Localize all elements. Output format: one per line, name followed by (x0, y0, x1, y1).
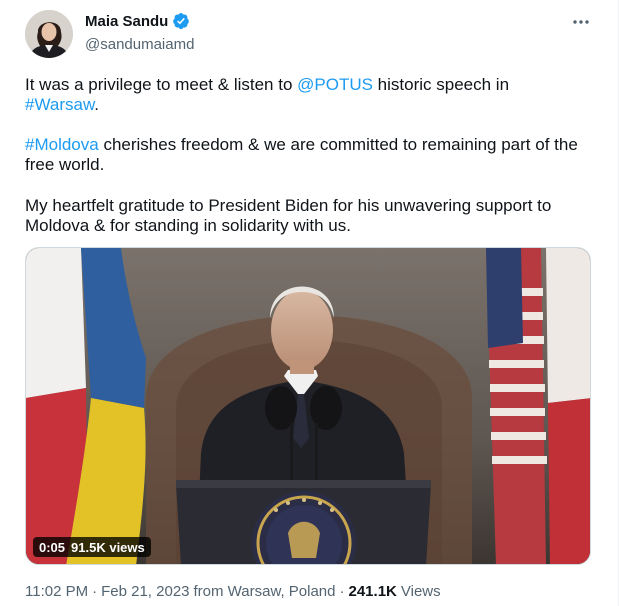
tweet-paragraph-1: It was a privilege to meet & listen to @… (25, 75, 595, 115)
tweet-paragraph-2: #Moldova cherishes freedom & we are comm… (25, 135, 595, 175)
more-options-button[interactable] (568, 12, 594, 32)
video-thumbnail (26, 248, 590, 564)
author-handle[interactable]: @sandumaiamd (85, 36, 194, 53)
text-segment: historic speech in (372, 75, 510, 94)
text-segment: It was a privilege to meet & listen to (25, 75, 298, 94)
tweet-time[interactable]: 11:02 PM (25, 583, 88, 600)
tweet-location: from Warsaw, Poland (193, 583, 336, 600)
author-name[interactable]: Maia Sandu (85, 13, 168, 30)
mention-link[interactable]: @POTUS (297, 75, 373, 94)
avatar-image (25, 10, 73, 58)
separator: · (339, 583, 345, 600)
tweet-metadata: 11:02 PM · Feb 21, 2023 from Warsaw, Pol… (25, 583, 441, 600)
avatar[interactable] (25, 10, 73, 58)
tweet-paragraph-3: My heartfelt gratitude to President Bide… (25, 196, 552, 235)
tweet-date[interactable]: Feb 21, 2023 (101, 583, 189, 600)
text-segment: cherishes freedom & we are committed to … (25, 135, 578, 174)
video-duration: 0:05 (39, 539, 66, 555)
video-player[interactable]: 0:05 91.5K views (25, 247, 591, 565)
views-count[interactable]: 241.1K (349, 583, 397, 600)
views-label: Views (400, 583, 441, 600)
author-name-row: Maia Sandu (85, 12, 190, 30)
tweet-card: Maia Sandu @sandumaiamd It was a privile… (0, 0, 619, 606)
more-horizontal-icon (573, 20, 589, 24)
hashtag-link[interactable]: #Moldova (25, 135, 99, 154)
video-info-overlay: 0:05 91.5K views (33, 537, 151, 557)
text-segment: . (94, 95, 100, 114)
verified-badge-icon (173, 12, 190, 30)
hashtag-link[interactable]: #Warsaw (25, 95, 94, 114)
video-views: 91.5K views (71, 539, 145, 555)
separator: · (92, 583, 98, 600)
